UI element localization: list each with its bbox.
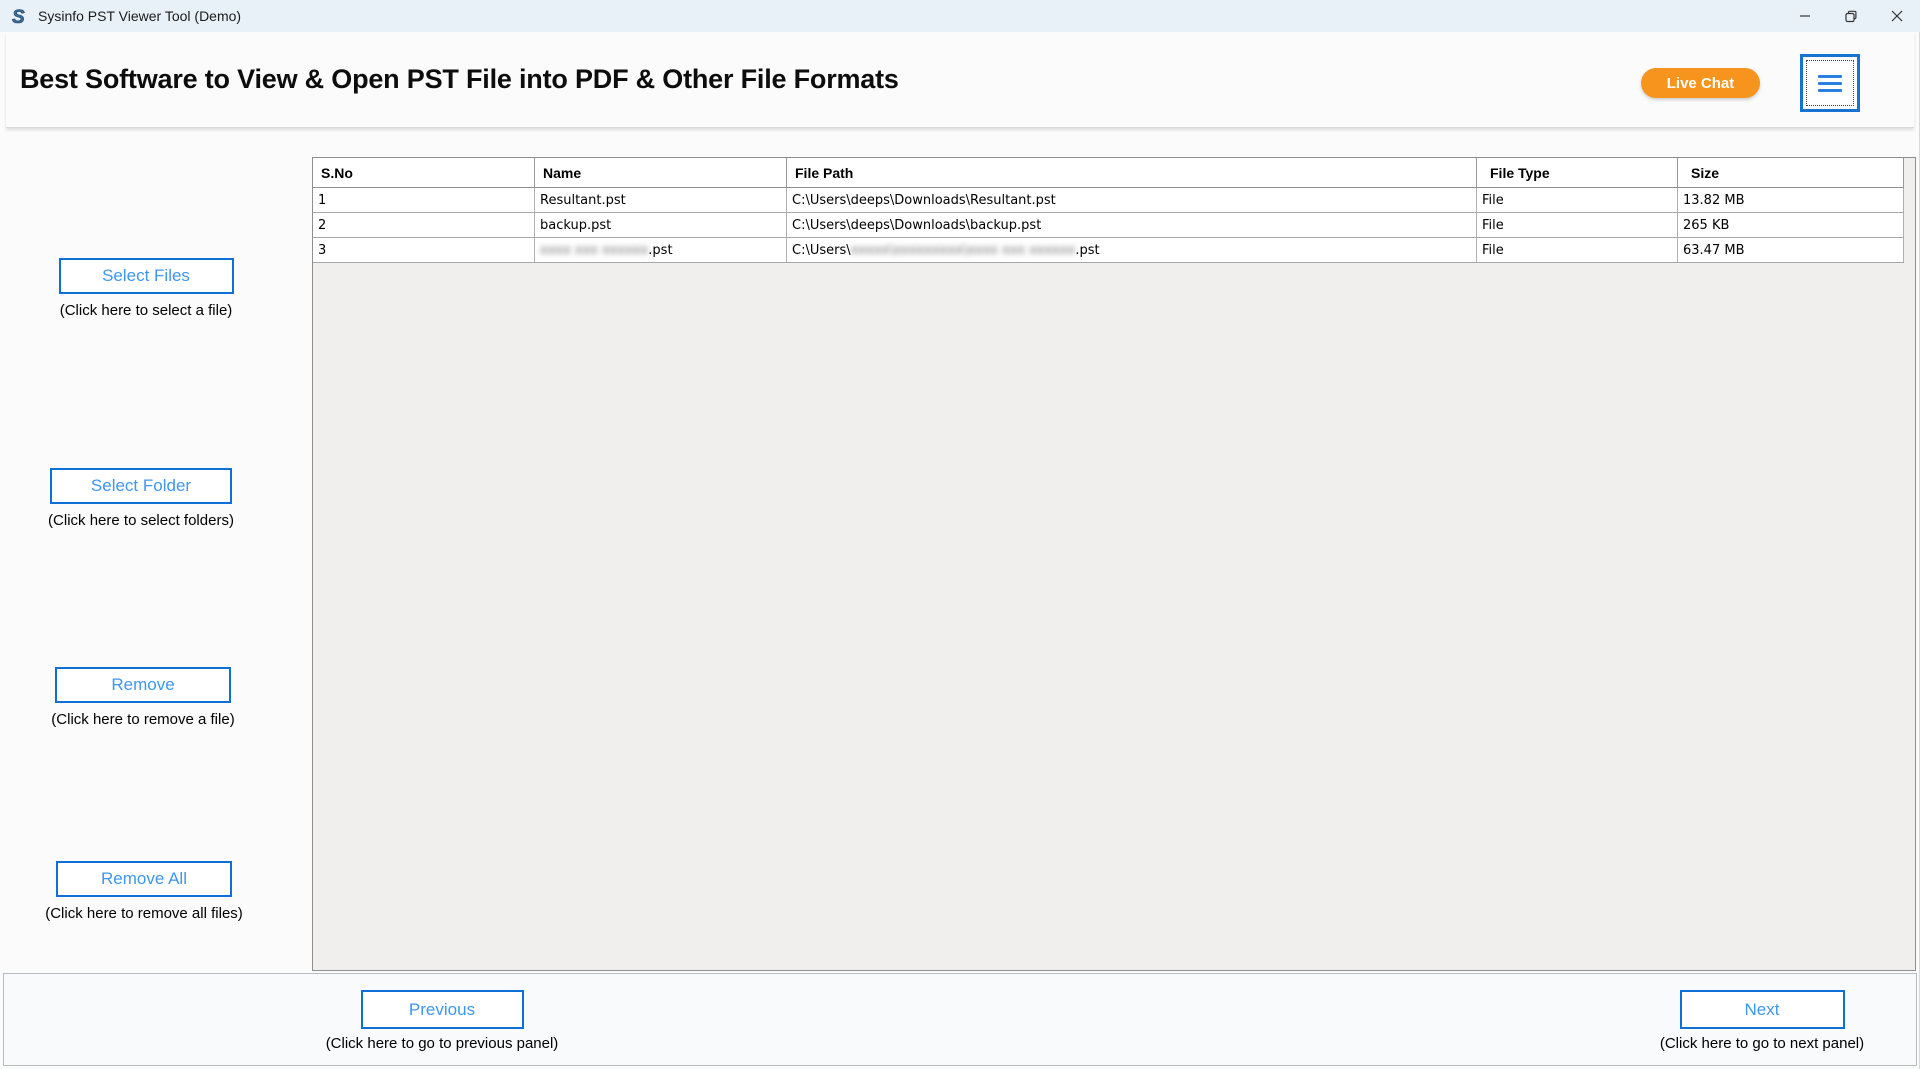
cell-file-type: File	[1477, 188, 1678, 212]
app-logo-icon: S	[12, 7, 26, 26]
remove-all-button[interactable]: Remove All	[56, 861, 232, 897]
window-controls	[1782, 0, 1920, 32]
hamburger-icon	[1818, 74, 1842, 78]
window-title: Sysinfo PST Viewer Tool (Demo)	[38, 8, 242, 24]
cell-file-path: C:\Users\ xxxxx\xxxxxxxxx\xxxx xxx xxxxxx…	[787, 238, 1477, 262]
column-header-sno[interactable]: S.No	[313, 158, 535, 187]
table-header-row: S.No Name File Path File Type Size	[313, 158, 1904, 188]
live-chat-button[interactable]: Live Chat	[1641, 68, 1760, 98]
cell-sno: 2	[313, 213, 535, 237]
table-row[interactable]: 3 xxxx xxx xxxxxx .pst C:\Users\ xxxxx\xxxxx…	[313, 238, 1904, 263]
select-files-button[interactable]: Select Files	[58, 258, 234, 294]
cell-name: xxxx xxx xxxxxx .pst	[535, 238, 787, 262]
cell-sno: 3	[313, 238, 535, 262]
remove-all-caption: (Click here to remove all files)	[45, 905, 243, 922]
titlebar: S Sysinfo PST Viewer Tool (Demo)	[0, 0, 1920, 32]
previous-button[interactable]: Previous	[360, 990, 524, 1029]
cell-file-type: File	[1477, 238, 1678, 262]
cell-name: Resultant.pst	[535, 188, 787, 212]
cell-file-path: C:\Users\deeps\Downloads\backup.pst	[787, 213, 1477, 237]
cell-file-path: C:\Users\deeps\Downloads\Resultant.pst	[787, 188, 1477, 212]
cell-size: 265 KB	[1678, 213, 1904, 237]
file-list-table: S.No Name File Path File Type Size 1 Resu…	[312, 157, 1916, 971]
svg-text:S: S	[12, 7, 25, 26]
restore-icon	[1844, 10, 1856, 22]
close-icon	[1891, 10, 1903, 22]
select-files-caption: (Click here to select a file)	[59, 302, 233, 319]
footer: Previous (Click here to go to previous p…	[3, 973, 1917, 1066]
redacted-text: xxxxx\xxxxxxxxx\xxxx xxx xxxxxx	[850, 242, 1076, 258]
cell-sno: 1	[313, 188, 535, 212]
previous-group: Previous (Click here to go to previous p…	[310, 990, 574, 1052]
column-header-file-path[interactable]: File Path	[787, 158, 1477, 187]
header: Best Software to View & Open PST File in…	[6, 32, 1914, 128]
close-button[interactable]	[1874, 0, 1920, 32]
cell-file-type: File	[1477, 213, 1678, 237]
column-header-size[interactable]: Size	[1678, 158, 1904, 187]
next-caption: (Click here to go to next panel)	[1659, 1035, 1865, 1052]
cell-name: backup.pst	[535, 213, 787, 237]
next-group: Next (Click here to go to next panel)	[1630, 990, 1894, 1052]
cell-size: 13.82 MB	[1678, 188, 1904, 212]
remove-button[interactable]: Remove	[55, 667, 231, 703]
previous-caption: (Click here to go to previous panel)	[325, 1035, 559, 1052]
select-folder-group: Select Folder (Click here to select fold…	[16, 468, 266, 529]
minimize-button[interactable]	[1782, 0, 1828, 32]
page-title: Best Software to View & Open PST File in…	[20, 64, 899, 94]
menu-button[interactable]	[1800, 54, 1860, 112]
remove-all-group: Remove All (Click here to remove all fil…	[19, 861, 269, 922]
select-files-group: Select Files (Click here to select a fil…	[21, 258, 271, 319]
table-row[interactable]: 2 backup.pst C:\Users\deeps\Downloads\back…	[313, 213, 1904, 238]
column-header-file-type[interactable]: File Type	[1477, 158, 1678, 187]
redacted-text: xxxx xxx xxxxxx	[540, 242, 649, 258]
minimize-icon	[1800, 15, 1810, 17]
next-button[interactable]: Next	[1679, 990, 1845, 1029]
table-body: 1 Resultant.pst C:\Users\deeps\Downloads\R…	[313, 188, 1904, 263]
select-folder-caption: (Click here to select folders)	[48, 512, 234, 529]
remove-caption: (Click here to remove a file)	[51, 711, 235, 728]
table-row[interactable]: 1 Resultant.pst C:\Users\deeps\Downloads\R…	[313, 188, 1904, 213]
restore-button[interactable]	[1828, 0, 1874, 32]
remove-group: Remove (Click here to remove a file)	[18, 667, 268, 728]
select-folder-button[interactable]: Select Folder	[50, 468, 232, 504]
column-header-name[interactable]: Name	[535, 158, 787, 187]
cell-size: 63.47 MB	[1678, 238, 1904, 262]
